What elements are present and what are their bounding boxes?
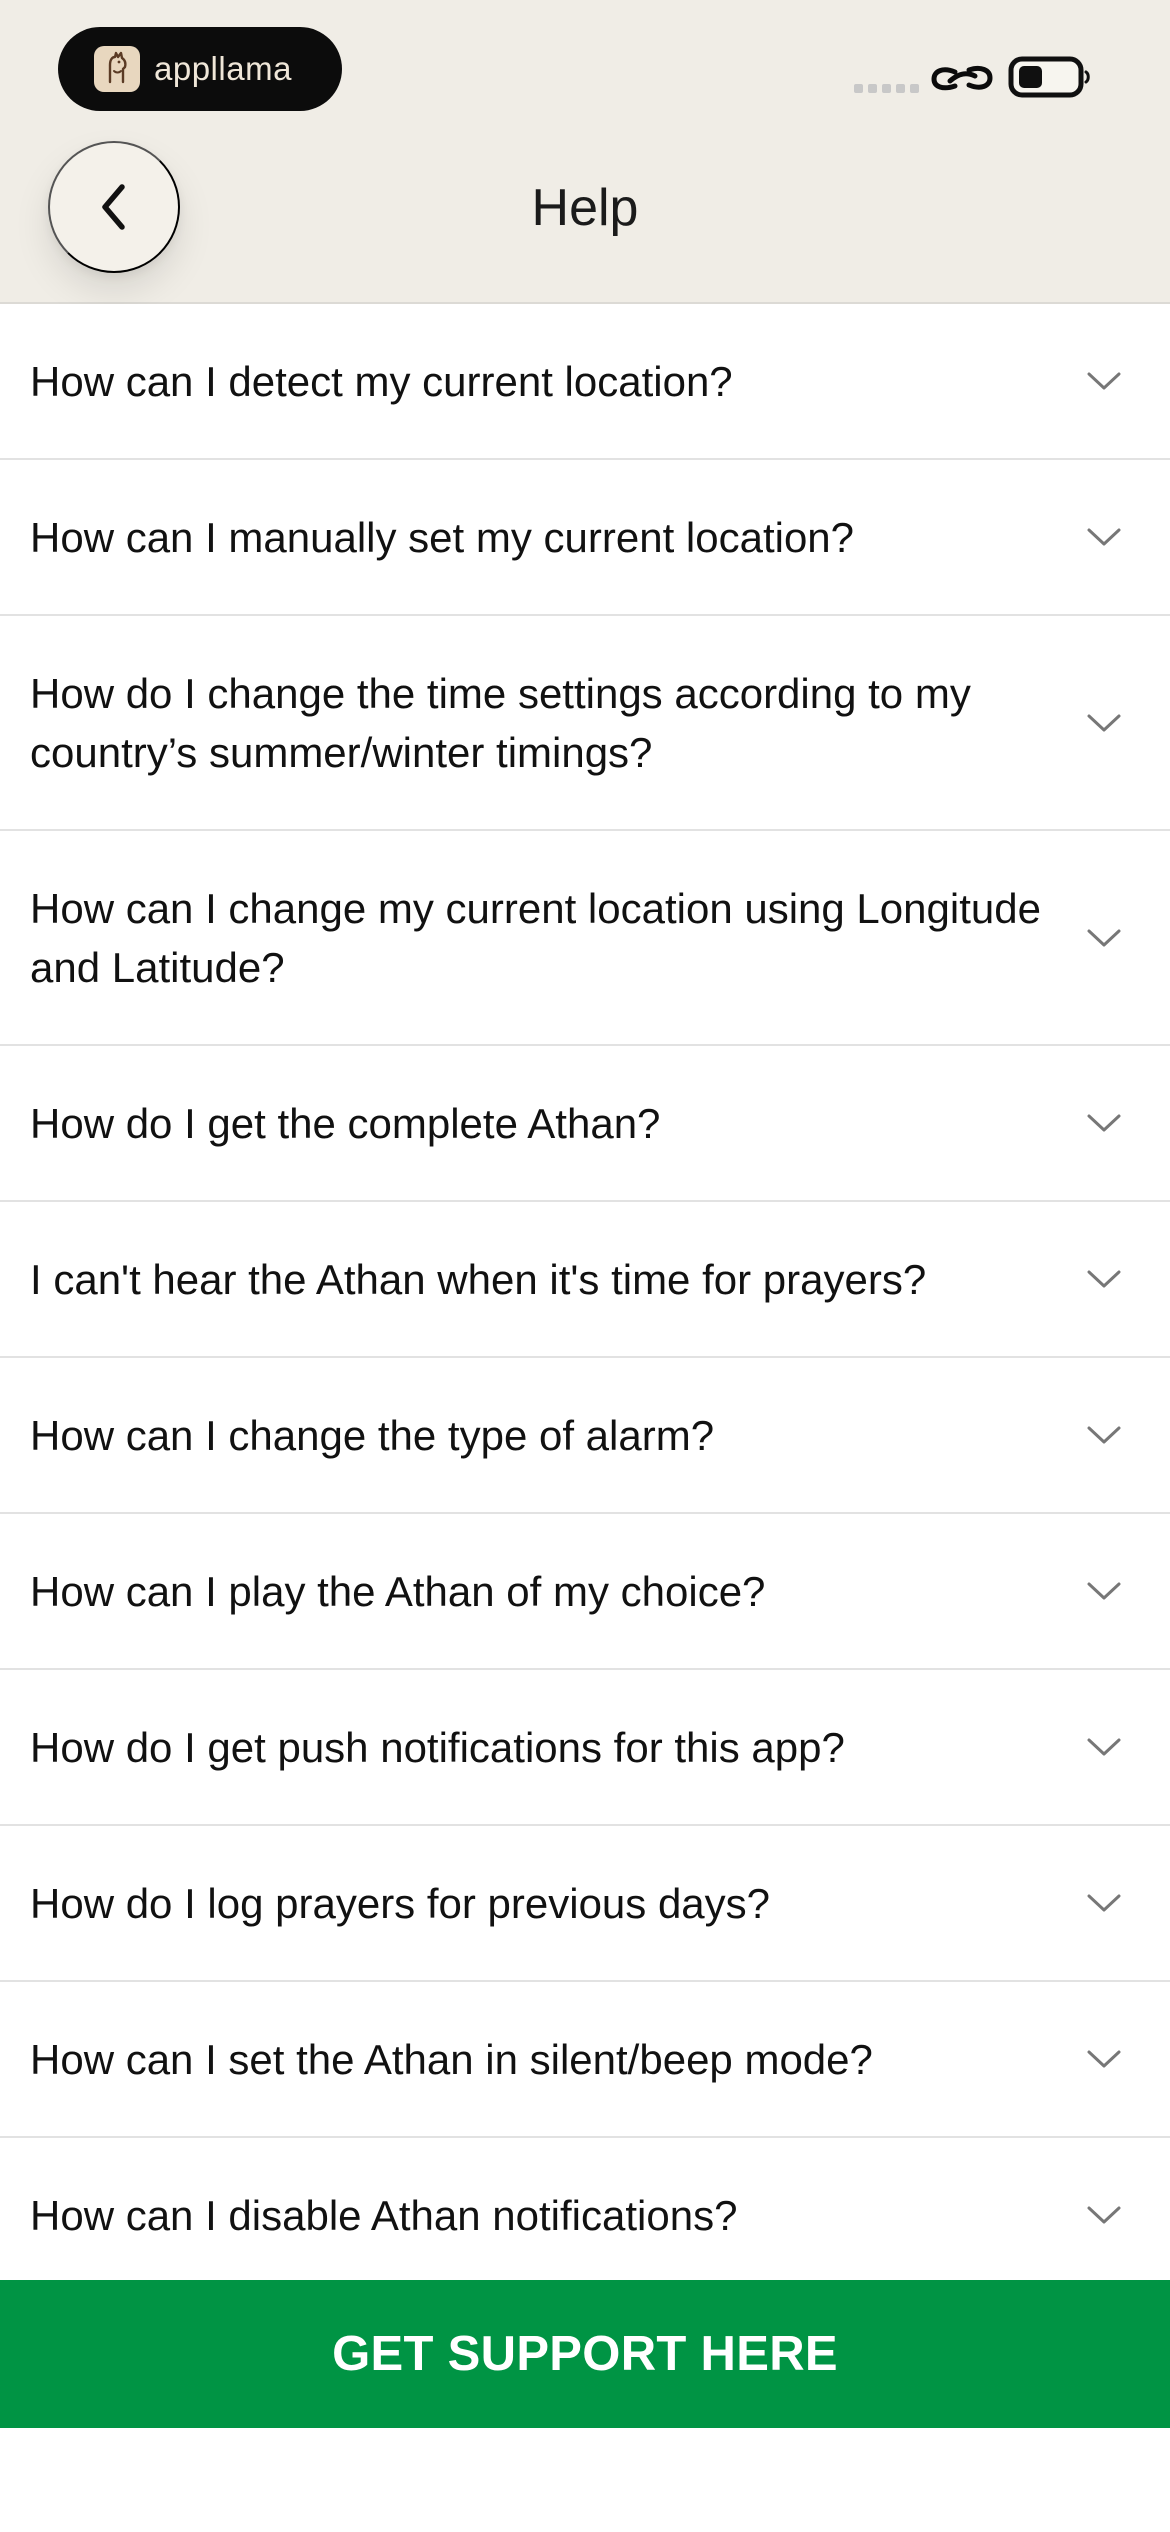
faq-question: I can't hear the Athan when it's time fo…: [30, 1255, 927, 1303]
faq-question: How can I change my current location usi…: [30, 884, 1041, 991]
faq-question: How can I set the Athan in silent/beep m…: [30, 2035, 873, 2083]
faq-item-choose-athan[interactable]: How can I play the Athan of my choice?: [0, 1514, 1170, 1670]
chevron-down-icon: [1087, 2206, 1121, 2224]
chevron-down-icon: [1087, 372, 1121, 390]
faq-item-cannot-hear-athan[interactable]: I can't hear the Athan when it's time fo…: [0, 1202, 1170, 1358]
signal-dots-icon: [854, 84, 919, 93]
chevron-down-icon: [1087, 2050, 1121, 2068]
chevron-left-icon: [102, 184, 125, 230]
faq-item-push-notifications[interactable]: How do I get push notifications for this…: [0, 1670, 1170, 1826]
chevron-down-icon: [1087, 1114, 1121, 1132]
faq-item-detect-location[interactable]: How can I detect my current location?: [0, 304, 1170, 460]
chevron-down-icon: [1087, 528, 1121, 546]
faq-question: How do I get push notifications for this…: [30, 1723, 845, 1771]
faq-item-silent-beep-mode[interactable]: How can I set the Athan in silent/beep m…: [0, 1982, 1170, 2138]
bottom-safe-area: [0, 2428, 1170, 2532]
faq-question: How can I play the Athan of my choice?: [30, 1567, 766, 1615]
chevron-down-icon: [1087, 929, 1121, 946]
faq-question: How do I log prayers for previous days?: [30, 1879, 771, 1927]
page-title: Help: [531, 179, 639, 237]
faq-question: How can I change the type of alarm?: [30, 1411, 715, 1459]
faq-item-coordinates-location[interactable]: How can I change my current location usi…: [0, 831, 1170, 1046]
faq-question: How can I detect my current location?: [30, 357, 733, 405]
faq-question: How do I change the time settings accord…: [30, 669, 971, 776]
chevron-down-icon: [1087, 1894, 1121, 1912]
faq-item-complete-athan[interactable]: How do I get the complete Athan?: [0, 1046, 1170, 1202]
faq-question: How do I get the complete Athan?: [30, 1099, 661, 1147]
faq-item-manual-location[interactable]: How can I manually set my current locati…: [0, 460, 1170, 616]
llama-logo-icon: [94, 46, 140, 92]
chevron-down-icon: [1087, 714, 1121, 731]
faq-item-alarm-type[interactable]: How can I change the type of alarm?: [0, 1358, 1170, 1514]
back-button[interactable]: [48, 141, 180, 273]
faq-question: How can I manually set my current locati…: [30, 513, 855, 561]
faq-item-log-prayers[interactable]: How do I log prayers for previous days?: [0, 1826, 1170, 1982]
battery-icon: [1008, 56, 1090, 98]
chevron-down-icon: [1087, 1270, 1121, 1288]
faq-list: How can I detect my current location? Ho…: [0, 304, 1170, 2280]
faq-item-time-settings[interactable]: How do I change the time settings accord…: [0, 616, 1170, 831]
chevron-down-icon: [1087, 1582, 1121, 1600]
brand-name: appllama: [154, 50, 292, 87]
chevron-down-icon: [1087, 1738, 1121, 1756]
faq-question: How can I disable Athan notifications?: [30, 2191, 738, 2239]
link-icon: [931, 65, 993, 91]
chevron-down-icon: [1087, 1426, 1121, 1444]
faq-item-disable-notifications[interactable]: How can I disable Athan notifications?: [0, 2138, 1170, 2280]
brand-pill: appllama: [58, 27, 342, 111]
app-header: appllama Help: [0, 0, 1170, 304]
get-support-button[interactable]: GET SUPPORT HERE: [0, 2280, 1170, 2428]
